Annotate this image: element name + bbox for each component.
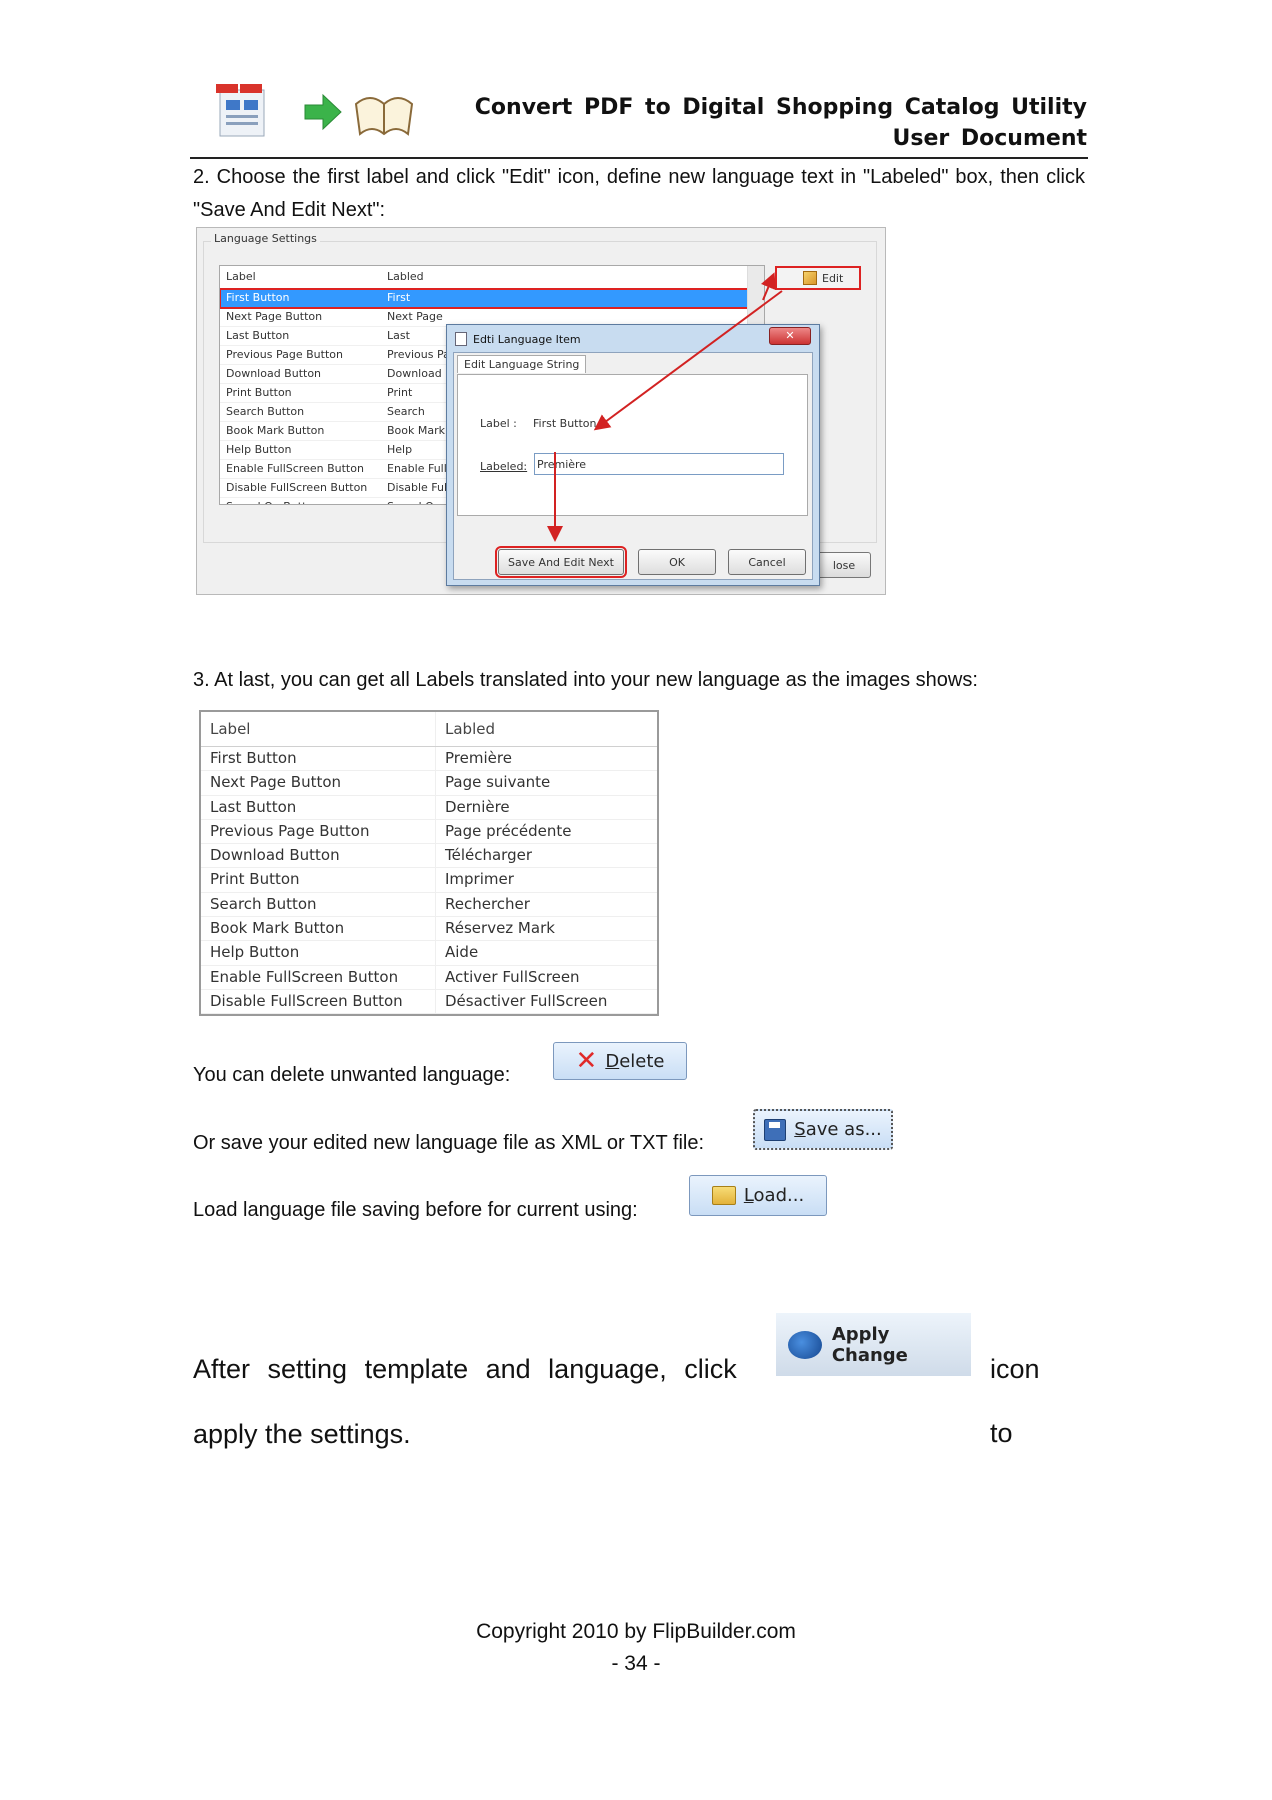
table-row[interactable]: Help Button Aide: [201, 941, 657, 966]
language-settings-screenshot: Language Settings Label Labled First But…: [196, 227, 886, 595]
table-row[interactable]: Disable FullScreen Button Désactiver Full…: [201, 989, 657, 1014]
load-instruction: Load language file saving before for cur…: [193, 1199, 638, 1221]
table-row[interactable]: Last Button Dernière: [201, 795, 657, 820]
row-label: Help Button: [201, 941, 436, 965]
page-number: - 34 -: [611, 1652, 661, 1675]
row-label: Search Button: [201, 892, 436, 917]
table-row[interactable]: Search Button Rechercher: [201, 892, 657, 918]
row-labeled: Télécharger: [445, 846, 533, 865]
load-button[interactable]: Load...: [689, 1175, 827, 1216]
red-x-icon: ✕: [575, 1046, 598, 1076]
row-labeled: Page suivante: [445, 773, 551, 792]
row-label: Enable FullScreen Button: [201, 965, 436, 989]
folder-icon: [711, 1186, 736, 1205]
table-row[interactable]: Next Page Button Page suivante: [201, 771, 657, 796]
row-label: Print Button: [201, 868, 436, 892]
row-label: First Button: [201, 747, 436, 771]
row-labeled: Désactiver FullScreen: [445, 991, 608, 1010]
apply-change-label: Apply Change: [831, 1323, 908, 1366]
header-divider: [190, 157, 1088, 159]
table-row[interactable]: Sound On ButtonLe Sound: [201, 1014, 657, 1016]
row-label: Download Button: [201, 844, 436, 868]
open-book-icon: [352, 86, 416, 142]
save-as-button[interactable]: Save as...: [753, 1109, 893, 1150]
apply-change-button[interactable]: Apply Change: [776, 1313, 971, 1376]
delete-button[interactable]: ✕ Delete: [553, 1042, 687, 1080]
row-label: Next Page Button: [201, 771, 436, 795]
row-label: Previous Page Button: [201, 819, 436, 844]
refresh-arrow-icon: [788, 1330, 822, 1359]
table-row[interactable]: Previous Page Button Page précédente: [201, 819, 657, 845]
row-labeled: Dernière: [445, 797, 510, 816]
header-title-line1: Convert PDF to Digital Shopping Catalog …: [474, 95, 1087, 120]
arrow-to-edit: [761, 272, 776, 301]
table-row[interactable]: Enable FullScreen Button Activer FullScre…: [201, 965, 657, 990]
table-row[interactable]: Book Mark Button Réservez Mark: [201, 917, 657, 942]
table-row[interactable]: Print Button Imprimer: [201, 868, 657, 893]
row-label: Sound On Button: [201, 1014, 436, 1016]
save-instruction: Or save your edited new language file as…: [193, 1132, 705, 1154]
step3-paragraph: 3. At last, you can get all Labels trans…: [193, 669, 978, 691]
annotation-arrows: [547, 272, 783, 542]
delete-instruction: You can delete unwanted language:: [193, 1064, 511, 1086]
green-arrow-icon: [303, 92, 343, 132]
row-labeled: Première: [445, 749, 512, 767]
load-button-label: Load...: [743, 1185, 805, 1206]
arrow-to-labeled-input: [593, 290, 783, 431]
labeled-column-header[interactable]: Labled: [436, 712, 495, 746]
row-labeled: Activer FullScreen: [445, 967, 580, 986]
row-label: Last Button: [201, 795, 436, 819]
pdf-catalog-logo-icon: [214, 82, 272, 140]
row-labeled: Le Sound: [436, 1014, 514, 1016]
row-label: Disable FullScreen Button: [201, 989, 436, 1014]
footer-copyright: Copyright 2010 by FlipBuilder.com: [476, 1620, 796, 1643]
row-labeled: Page précédente: [445, 821, 572, 840]
apply-text-before: After setting template and language, cli…: [193, 1354, 737, 1384]
translated-labels-table[interactable]: Label Labled First Button Première Next Pa…: [199, 710, 659, 1016]
step2-paragraph: 2. Choose the first label and click "Edi…: [193, 166, 1085, 221]
row-label: Book Mark Button: [201, 917, 436, 941]
row-labeled: Imprimer: [445, 870, 514, 889]
table-row[interactable]: Download Button Télécharger: [201, 844, 657, 869]
document-header-title: Convert PDF to Digital Shopping Catalog …: [475, 92, 1087, 154]
label-column-header[interactable]: Label: [201, 712, 436, 746]
floppy-disk-icon: [764, 1118, 787, 1141]
table-header: Label Labled: [201, 712, 657, 747]
table-row[interactable]: First Button Première: [201, 747, 657, 772]
delete-button-label: Delete: [605, 1050, 665, 1072]
row-labeled: Rechercher: [445, 894, 530, 913]
row-labeled: Réservez Mark: [445, 919, 555, 938]
row-labeled: Aide: [445, 943, 479, 962]
apply-text-line2: apply the settings.: [193, 1419, 411, 1449]
save-as-button-label: Save as...: [794, 1119, 882, 1140]
header-title-line2: User Document: [892, 126, 1088, 151]
